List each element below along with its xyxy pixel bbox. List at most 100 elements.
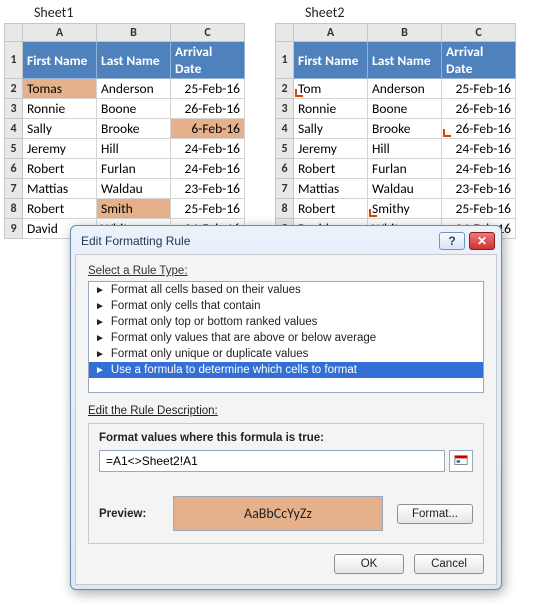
row-header[interactable]: 6 bbox=[5, 159, 23, 179]
col-header[interactable]: C bbox=[171, 24, 245, 42]
row-header[interactable]: 5 bbox=[5, 139, 23, 159]
data-cell[interactable]: Tomas bbox=[23, 79, 97, 99]
data-cell[interactable]: Ronnie bbox=[23, 99, 97, 119]
close-button[interactable]: ✕ bbox=[469, 232, 495, 250]
data-cell[interactable]: 25-Feb-16 bbox=[171, 79, 245, 99]
data-cell[interactable]: Brooke bbox=[368, 119, 442, 139]
data-cell[interactable]: Furlan bbox=[368, 159, 442, 179]
row-header[interactable]: 3 bbox=[5, 99, 23, 119]
row-header[interactable]: 4 bbox=[276, 119, 294, 139]
data-cell[interactable]: Hill bbox=[97, 139, 171, 159]
bullet-arrow-icon: ► bbox=[95, 349, 105, 360]
row-header[interactable]: 7 bbox=[276, 179, 294, 199]
formula-input[interactable] bbox=[99, 450, 445, 472]
row-header[interactable]: 1 bbox=[5, 42, 23, 79]
data-cell[interactable]: Sally bbox=[294, 119, 368, 139]
data-cell[interactable]: Mattias bbox=[23, 179, 97, 199]
data-cell[interactable]: Boone bbox=[97, 99, 171, 119]
dialog-title: Edit Formatting Rule bbox=[81, 234, 435, 248]
col-header[interactable]: C bbox=[442, 24, 516, 42]
row-header[interactable]: 6 bbox=[276, 159, 294, 179]
rule-type-item[interactable]: ►Format only top or bottom ranked values bbox=[89, 314, 483, 330]
header-cell[interactable]: First Name bbox=[23, 42, 97, 79]
bullet-arrow-icon: ► bbox=[95, 301, 105, 312]
row-header[interactable]: 4 bbox=[5, 119, 23, 139]
data-cell[interactable]: Mattias bbox=[294, 179, 368, 199]
data-cell[interactable]: Smithy bbox=[368, 199, 442, 219]
data-cell[interactable]: 25-Feb-16 bbox=[442, 79, 516, 99]
header-cell[interactable]: Arrival Date bbox=[171, 42, 245, 79]
row-header[interactable]: 7 bbox=[5, 179, 23, 199]
data-cell[interactable]: Anderson bbox=[97, 79, 171, 99]
data-cell[interactable]: 26-Feb-16 bbox=[442, 119, 516, 139]
edit-description-label: Edit the Rule Description: bbox=[88, 405, 484, 417]
data-cell[interactable]: Hill bbox=[368, 139, 442, 159]
data-cell[interactable]: Brooke bbox=[97, 119, 171, 139]
data-cell[interactable]: Anderson bbox=[368, 79, 442, 99]
data-cell[interactable]: Robert bbox=[23, 159, 97, 179]
rule-type-item[interactable]: ►Format only values that are above or be… bbox=[89, 330, 483, 346]
row-header[interactable]: 2 bbox=[5, 79, 23, 99]
header-cell[interactable]: Arrival Date bbox=[442, 42, 516, 79]
data-cell[interactable]: Robert bbox=[23, 199, 97, 219]
header-cell[interactable]: First Name bbox=[294, 42, 368, 79]
cancel-button[interactable]: Cancel bbox=[414, 554, 484, 574]
row-header[interactable]: 2 bbox=[276, 79, 294, 99]
help-button[interactable]: ? bbox=[439, 232, 465, 250]
rule-type-item[interactable]: ►Format only cells that contain bbox=[89, 298, 483, 314]
data-cell[interactable]: Sally bbox=[23, 119, 97, 139]
col-header[interactable]: A bbox=[294, 24, 368, 42]
sheet1-grid[interactable]: A B C 1 First Name Last Name Arrival Dat… bbox=[4, 23, 245, 239]
data-cell[interactable]: 26-Feb-16 bbox=[442, 99, 516, 119]
header-cell[interactable]: Last Name bbox=[97, 42, 171, 79]
rule-type-list[interactable]: ►Format all cells based on their values►… bbox=[88, 281, 484, 393]
col-header[interactable]: B bbox=[368, 24, 442, 42]
bullet-arrow-icon: ► bbox=[95, 285, 105, 296]
data-cell[interactable]: Waldau bbox=[368, 179, 442, 199]
edit-formatting-rule-dialog: Edit Formatting Rule ? ✕ Select a Rule T… bbox=[70, 225, 502, 590]
rule-type-item[interactable]: ►Use a formula to determine which cells … bbox=[89, 362, 483, 378]
sheet1-title: Sheet1 bbox=[34, 4, 245, 21]
ok-button[interactable]: OK bbox=[334, 554, 404, 574]
data-cell[interactable]: 23-Feb-16 bbox=[171, 179, 245, 199]
data-cell[interactable]: 26-Feb-16 bbox=[171, 99, 245, 119]
sheet2-grid[interactable]: A B C 1 First Name Last Name Arrival Dat… bbox=[275, 23, 516, 239]
data-cell[interactable]: Jeremy bbox=[294, 139, 368, 159]
data-cell[interactable]: Smith bbox=[97, 199, 171, 219]
rule-type-label: Format only unique or duplicate values bbox=[111, 348, 309, 360]
row-header[interactable]: 8 bbox=[5, 199, 23, 219]
data-cell[interactable]: Jeremy bbox=[23, 139, 97, 159]
row-header[interactable]: 1 bbox=[276, 42, 294, 79]
preview-box: AaBbCcYyZz bbox=[173, 496, 383, 531]
row-header[interactable]: 8 bbox=[276, 199, 294, 219]
select-all-corner[interactable] bbox=[5, 24, 23, 42]
select-all-corner[interactable] bbox=[276, 24, 294, 42]
rule-type-item[interactable]: ► Format only unique or duplicate values bbox=[89, 346, 483, 362]
data-cell[interactable]: Tom bbox=[294, 79, 368, 99]
rule-type-item[interactable]: ►Format all cells based on their values bbox=[89, 282, 483, 298]
col-header[interactable]: A bbox=[23, 24, 97, 42]
data-cell[interactable]: Robert bbox=[294, 159, 368, 179]
data-cell[interactable]: 24-Feb-16 bbox=[442, 139, 516, 159]
header-cell[interactable]: Last Name bbox=[368, 42, 442, 79]
data-cell[interactable]: 24-Feb-16 bbox=[442, 159, 516, 179]
row-header[interactable]: 3 bbox=[276, 99, 294, 119]
range-selector-button[interactable] bbox=[449, 450, 473, 472]
data-cell[interactable]: 24-Feb-16 bbox=[171, 139, 245, 159]
data-cell[interactable]: Robert bbox=[294, 199, 368, 219]
rule-type-label: Format only top or bottom ranked values bbox=[111, 316, 317, 328]
dialog-titlebar[interactable]: Edit Formatting Rule ? ✕ bbox=[71, 226, 501, 254]
format-button[interactable]: Format... bbox=[397, 504, 473, 524]
data-cell[interactable]: Furlan bbox=[97, 159, 171, 179]
data-cell[interactable]: Boone bbox=[368, 99, 442, 119]
col-header[interactable]: B bbox=[97, 24, 171, 42]
data-cell[interactable]: 24-Feb-16 bbox=[171, 159, 245, 179]
data-cell[interactable]: Ronnie bbox=[294, 99, 368, 119]
data-cell[interactable]: 6-Feb-16 bbox=[171, 119, 245, 139]
data-cell[interactable]: 25-Feb-16 bbox=[442, 199, 516, 219]
row-header[interactable]: 9 bbox=[5, 219, 23, 239]
data-cell[interactable]: 25-Feb-16 bbox=[171, 199, 245, 219]
data-cell[interactable]: 23-Feb-16 bbox=[442, 179, 516, 199]
data-cell[interactable]: Waldau bbox=[97, 179, 171, 199]
row-header[interactable]: 5 bbox=[276, 139, 294, 159]
